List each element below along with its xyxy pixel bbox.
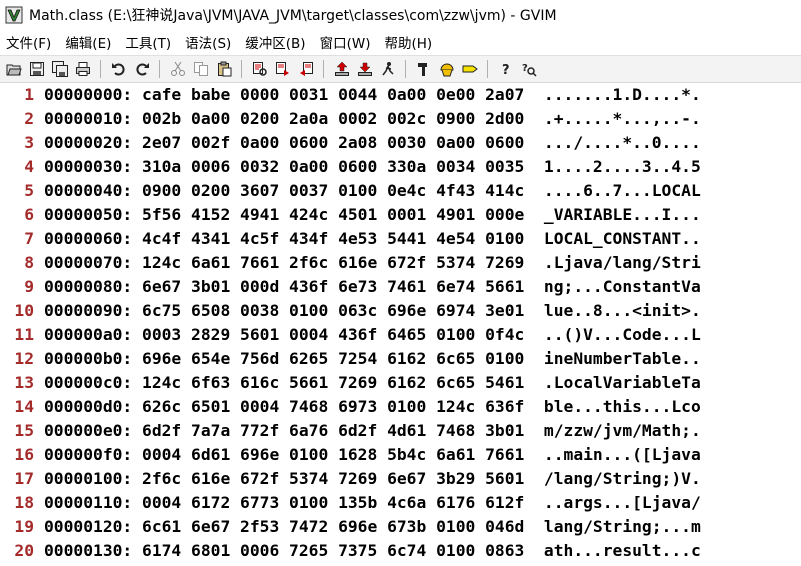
line-text[interactable]: 00000110: 0004 6172 6773 0100 135b 4c6a … [44,491,701,515]
line-text[interactable]: 000000c0: 124c 6f63 616c 5661 7269 6162 … [44,371,701,395]
line-text[interactable]: 00000050: 5f56 4152 4941 424c 4501 0001 … [44,203,701,227]
line-number: 13 [14,373,34,392]
save-session-icon[interactable] [355,60,374,79]
menu-buffers[interactable]: 缓冲区(B) [245,32,305,52]
load-session-icon[interactable] [332,60,351,79]
window-title: Math.class (E:\狂神说Java\JVM\JAVA_JVM\targ… [29,8,557,24]
toolbar-separator [241,60,242,78]
line-text[interactable]: 00000030: 310a 0006 0032 0a00 0600 330a … [44,155,701,179]
line-number: 9 [24,277,34,296]
line-number: 11 [14,325,34,344]
run-script-icon[interactable] [378,60,397,79]
toolbar-separator [100,60,101,78]
line-text[interactable]: 00000120: 6c61 6e67 2f53 7472 696e 673b … [44,515,701,539]
line-text[interactable]: 000000a0: 0003 2829 5601 0004 436f 6465 … [44,323,701,347]
line-text[interactable]: 00000000: cafe babe 0000 0031 0044 0a00 … [44,83,701,107]
print-icon[interactable] [73,60,92,79]
make-icon[interactable] [414,60,433,79]
help-icon[interactable]: ? [496,60,515,79]
find-help-icon[interactable]: ? [519,60,538,79]
line-number: 10 [14,301,34,320]
line-text[interactable]: 00000060: 4c4f 4341 4c5f 434f 4e53 5441 … [44,227,701,251]
line-text[interactable]: 00000130: 6174 6801 0006 7265 7375 6c74 … [44,539,701,563]
line-number: 4 [24,157,34,176]
line-number: 6 [24,205,34,224]
find-replace-icon[interactable] [250,60,269,79]
tags-icon[interactable] [460,60,479,79]
redo-icon[interactable] [132,60,151,79]
line-text[interactable]: 000000d0: 626c 6501 0004 7468 6973 0100 … [44,395,701,419]
line-number: 1 [24,85,34,104]
gvim-app-icon[interactable] [5,6,23,24]
line-number: 14 [14,397,34,416]
line-text[interactable]: 00000040: 0900 0200 3607 0037 0100 0e4c … [44,179,701,203]
line-number: 8 [24,253,34,272]
toolbar-separator [323,60,324,78]
menu-window[interactable]: 窗口(W) [320,32,371,52]
svg-text:?: ? [502,63,510,77]
line-number: 16 [14,445,34,464]
menu-bar: 文件(F) 编辑(E) 工具(T) 语法(S) 缓冲区(B) 窗口(W) 帮助(… [0,30,801,54]
menu-file[interactable]: 文件(F) [6,32,51,52]
toolbar-separator [487,60,488,78]
line-text[interactable]: 00000080: 6e67 3b01 000d 436f 6e73 7461 … [44,275,701,299]
line-text[interactable]: 000000f0: 0004 6d61 696e 0100 1628 5b4c … [44,443,701,467]
save-icon[interactable] [27,60,46,79]
line-text[interactable]: 000000b0: 696e 654e 756d 6265 7254 6162 … [44,347,701,371]
editor-area[interactable]: 1 00000000: cafe babe 0000 0031 0044 0a00… [0,83,801,566]
line-number: 7 [24,229,34,248]
menu-edit[interactable]: 编辑(E) [65,32,111,52]
line-number: 3 [24,133,34,152]
line-text[interactable]: 00000010: 002b 0a00 0200 2a0a 0002 002c … [44,107,701,131]
toolbar: ? ? [0,55,801,83]
find-next-icon[interactable] [273,60,292,79]
line-number: 17 [14,469,34,488]
line-number: 18 [14,493,34,512]
shell-icon[interactable] [437,60,456,79]
find-prev-icon[interactable] [296,60,315,79]
copy-icon[interactable] [191,60,210,79]
toolbar-separator [159,60,160,78]
menu-syntax[interactable]: 语法(S) [185,32,231,52]
toolbar-separator [405,60,406,78]
svg-text:?: ? [522,63,528,74]
undo-icon[interactable] [109,60,128,79]
line-text[interactable]: 00000020: 2e07 002f 0a00 0600 2a08 0030 … [44,131,701,155]
line-number: 5 [24,181,34,200]
line-text[interactable]: 000000e0: 6d2f 7a7a 772f 6a76 6d2f 4d61 … [44,419,701,443]
line-number: 2 [24,109,34,128]
paste-icon[interactable] [214,60,233,79]
line-number: 20 [14,541,34,560]
line-number: 19 [14,517,34,536]
open-icon[interactable] [4,60,23,79]
line-number: 12 [14,349,34,368]
menu-help[interactable]: 帮助(H) [384,32,432,52]
save-all-icon[interactable] [50,60,69,79]
title-bar: Math.class (E:\狂神说Java\JVM\JAVA_JVM\targ… [0,0,801,30]
line-number: 15 [14,421,34,440]
line-text[interactable]: 00000090: 6c75 6508 0038 0100 063c 696e … [44,299,701,323]
line-text[interactable]: 00000070: 124c 6a61 7661 2f6c 616e 672f … [44,251,701,275]
line-text[interactable]: 00000100: 2f6c 616e 672f 5374 7269 6e67 … [44,467,701,491]
menu-tools[interactable]: 工具(T) [125,32,171,52]
cut-icon[interactable] [168,60,187,79]
